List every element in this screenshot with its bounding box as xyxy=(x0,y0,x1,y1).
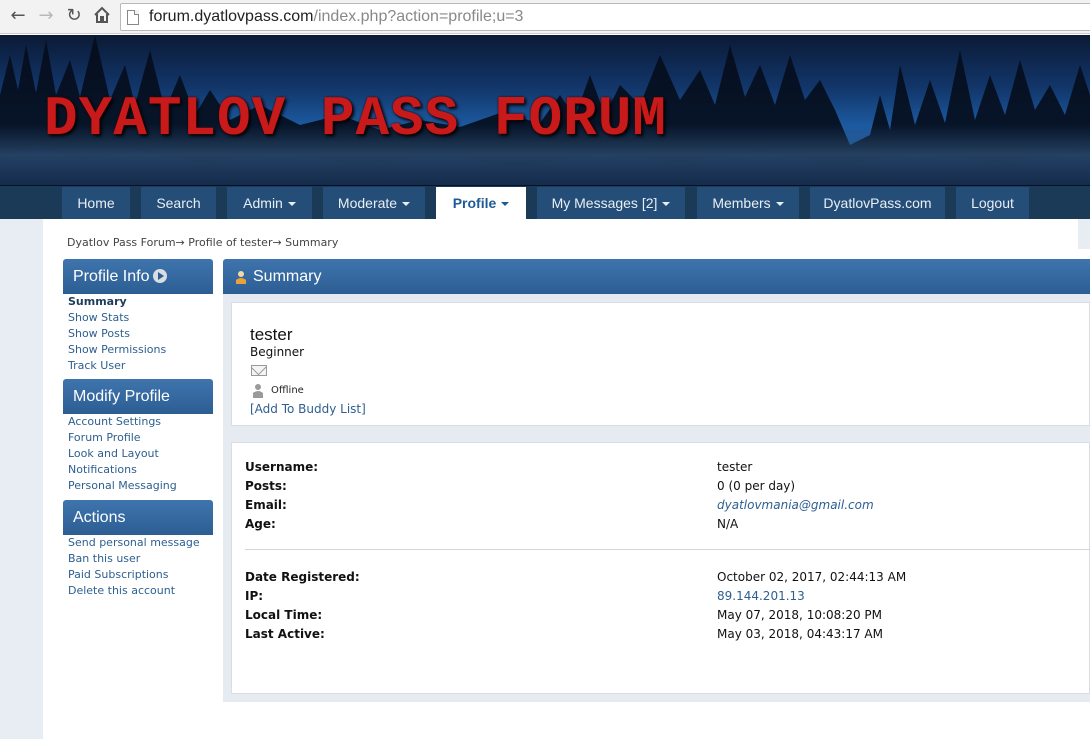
profile-info-menu: Summary Show Stats Show Posts Show Permi… xyxy=(68,294,166,374)
detail-value: tester xyxy=(717,460,753,474)
actions-title: Actions xyxy=(73,509,126,526)
home-icon[interactable] xyxy=(92,6,112,26)
page-left-margin xyxy=(0,219,43,739)
detail-row-posts: Posts: 0 (0 per day) xyxy=(245,477,1085,496)
nav-search[interactable]: Search xyxy=(141,187,216,219)
sidebar-item-paid-subscriptions[interactable]: Paid Subscriptions xyxy=(68,567,200,583)
sidebar-item-show-posts[interactable]: Show Posts xyxy=(68,326,166,342)
sidebar-item-send-personal-message[interactable]: Send personal message xyxy=(68,535,200,551)
profile-username: tester xyxy=(250,325,293,344)
detail-value: May 07, 2018, 10:08:20 PM xyxy=(717,608,882,622)
nav-my-messages[interactable]: My Messages [2] xyxy=(537,187,685,219)
chevron-down-icon xyxy=(501,202,510,207)
chevron-down-icon xyxy=(402,202,411,207)
offline-status-icon xyxy=(253,384,263,398)
email-icon[interactable] xyxy=(251,365,267,376)
nav-profile[interactable]: Profile xyxy=(436,187,526,220)
url-text[interactable]: forum.dyatlovpass.com/index.php?action=p… xyxy=(149,8,523,26)
modify-profile-title: Modify Profile xyxy=(73,388,170,405)
nav-moderate[interactable]: Moderate xyxy=(323,187,425,219)
sidebar-item-show-stats[interactable]: Show Stats xyxy=(68,310,166,326)
detail-label: Last Active: xyxy=(245,627,325,641)
main-nav: Home Search Admin Moderate Profile My Me… xyxy=(0,186,1090,220)
summary-title: Summary xyxy=(253,268,322,285)
detail-value: October 02, 2017, 02:44:13 AM xyxy=(717,570,907,584)
summary-panel: tester Beginner Offline [Add To Buddy Li… xyxy=(223,294,1090,702)
detail-label: Email: xyxy=(245,498,287,512)
detail-row-date-registered: Date Registered: October 02, 2017, 02:44… xyxy=(245,568,1085,587)
detail-row-email: Email: dyatlovmania@gmail.com xyxy=(245,496,1085,515)
detail-row-age: Age: N/A xyxy=(245,515,1085,534)
chevron-down-icon xyxy=(287,202,296,207)
member-title: Beginner xyxy=(250,345,305,359)
detail-label: Date Registered: xyxy=(245,570,360,584)
detail-label: Username: xyxy=(245,460,319,474)
details-list-2: Date Registered: October 02, 2017, 02:44… xyxy=(245,568,1085,644)
add-to-buddy-list-link[interactable]: [Add To Buddy List] xyxy=(250,402,366,416)
nav-members[interactable]: Members xyxy=(697,187,799,219)
sidebar-item-ban-this-user[interactable]: Ban this user xyxy=(68,551,200,567)
profile-info-title: Profile Info xyxy=(73,268,150,285)
breadcrumb: Dyatlov Pass Forum→ Profile of tester→ S… xyxy=(67,236,339,249)
nav-logout[interactable]: Logout xyxy=(956,187,1029,219)
sidebar-item-show-permissions[interactable]: Show Permissions xyxy=(68,342,166,358)
detail-row-ip: IP: 89.144.201.13 xyxy=(245,587,1085,606)
email-link[interactable]: dyatlovmania@gmail.com xyxy=(717,496,874,515)
sidebar-item-delete-this-account[interactable]: Delete this account xyxy=(68,583,200,599)
nav-home[interactable]: Home xyxy=(62,187,130,219)
detail-row-local-time: Local Time: May 07, 2018, 10:08:20 PM xyxy=(245,606,1085,625)
actions-header[interactable]: Actions xyxy=(63,500,213,535)
collapse-toggle-icon[interactable] xyxy=(153,268,168,283)
nav-admin[interactable]: Admin xyxy=(227,187,312,219)
sidebar-item-notifications[interactable]: Notifications xyxy=(68,462,177,478)
sidebar-item-summary[interactable]: Summary xyxy=(68,294,166,310)
detail-value: May 03, 2018, 04:43:17 AM xyxy=(717,627,883,641)
details-divider xyxy=(245,549,1090,550)
profile-details-card: Username: tester Posts: 0 (0 per day) Em… xyxy=(231,442,1090,694)
detail-label: Local Time: xyxy=(245,608,323,622)
reload-icon[interactable]: ↻ xyxy=(64,6,84,26)
profile-info-header[interactable]: Profile Info xyxy=(63,259,213,294)
actions-menu: Send personal message Ban this user Paid… xyxy=(68,535,200,599)
detail-value: 0 (0 per day) xyxy=(717,479,796,493)
sidebar-item-look-and-layout[interactable]: Look and Layout xyxy=(68,446,177,462)
sidebar-item-forum-profile[interactable]: Forum Profile xyxy=(68,430,177,446)
details-list: Username: tester Posts: 0 (0 per day) Em… xyxy=(245,458,1085,534)
detail-label: Posts: xyxy=(245,479,287,493)
sidebar-item-personal-messaging[interactable]: Personal Messaging xyxy=(68,478,177,494)
page-right-margin xyxy=(1078,219,1090,249)
chevron-down-icon xyxy=(662,202,671,207)
back-arrow-icon[interactable]: ← xyxy=(8,6,28,26)
browser-toolbar: ← → ↻ forum.dyatlovpass.com/index.php?ac… xyxy=(0,0,1090,34)
nav-dyatlovpass-com[interactable]: DyatlovPass.com xyxy=(810,187,945,219)
summary-header: Summary xyxy=(223,259,1090,294)
detail-row-last-active: Last Active: May 03, 2018, 04:43:17 AM xyxy=(245,625,1085,644)
chevron-down-icon xyxy=(775,202,784,207)
modify-profile-menu: Account Settings Forum Profile Look and … xyxy=(68,414,177,494)
detail-value: N/A xyxy=(717,517,739,531)
user-summary-icon xyxy=(236,271,246,284)
detail-row-username: Username: tester xyxy=(245,458,1085,477)
detail-label: Age: xyxy=(245,517,276,531)
address-bar[interactable]: forum.dyatlovpass.com/index.php?action=p… xyxy=(120,3,1090,31)
detail-label: IP: xyxy=(245,589,264,603)
page-icon xyxy=(127,10,139,25)
user-card: tester Beginner Offline [Add To Buddy Li… xyxy=(231,302,1090,426)
modify-profile-header[interactable]: Modify Profile xyxy=(63,379,213,414)
forum-banner: DYATLOV PASS FORUM xyxy=(0,35,1090,186)
sidebar-item-track-user[interactable]: Track User xyxy=(68,358,166,374)
online-status: Offline xyxy=(271,385,304,396)
sidebar-item-account-settings[interactable]: Account Settings xyxy=(68,414,177,430)
banner-title: DYATLOV PASS FORUM xyxy=(44,87,667,151)
forward-arrow-icon[interactable]: → xyxy=(36,6,56,26)
ip-link[interactable]: 89.144.201.13 xyxy=(717,587,805,606)
